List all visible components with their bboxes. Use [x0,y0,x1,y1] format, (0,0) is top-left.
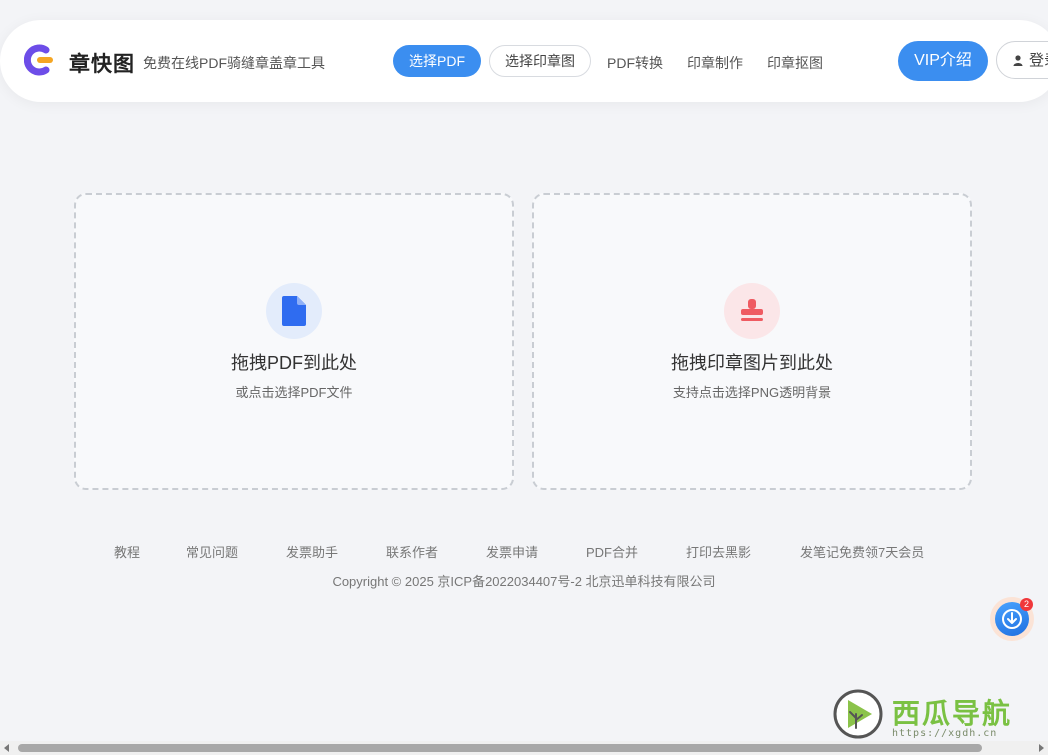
user-icon [1013,55,1023,66]
top-navbar: 章快图 免费在线PDF骑缝章盖章工具 选择PDF 选择印章图 PDF转换 印章制… [0,20,1048,102]
login-button[interactable]: 登录 [996,41,1048,79]
watermark-url: https://xgdh.cn [892,728,998,739]
stamp-drop-title: 拖拽印章图片到此处 [671,353,833,373]
file-icon [282,296,306,326]
stamp-drop-zone[interactable]: 拖拽印章图片到此处 支持点击选择PNG透明背景 [532,193,972,490]
stamp-icon [741,299,763,321]
pdf-drop-title: 拖拽PDF到此处 [231,353,357,373]
horizontal-scrollbar[interactable] [0,741,1048,755]
scroll-right-arrow-icon[interactable] [1039,744,1044,752]
notification-badge: 2 [1020,598,1033,611]
copyright: Copyright © 2025 京ICP备2022034407号-2 北京迅单… [332,574,716,589]
pdf-drop-zone[interactable]: 拖拽PDF到此处 或点击选择PDF文件 [74,193,514,490]
footer-links: 教程 常见问题 发票助手 联系作者 发票申请 PDF合并 打印去黑影 发笔记免费… [0,542,1048,562]
floating-download-button[interactable]: 2 [990,597,1034,641]
brand-name[interactable]: 章快图 [69,48,135,78]
login-label: 登录 [1029,52,1048,69]
brand-slogan: 免费在线PDF骑缝章盖章工具 [143,55,325,71]
scroll-left-arrow-icon[interactable] [4,744,9,752]
watermark: 西瓜导航 https://xgdh.cn [832,688,1042,740]
watermark-title: 西瓜导航 [892,698,1013,729]
select-stamp-button[interactable]: 选择印章图 [489,45,591,77]
pdf-drop-subtitle: 或点击选择PDF文件 [235,385,353,400]
file-icon-badge [266,283,322,339]
footer-link-invoice-helper[interactable]: 发票助手 [286,542,338,561]
footer-link-print-shadow[interactable]: 打印去黑影 [686,542,751,561]
nav-stamp-make[interactable]: 印章制作 [687,53,743,73]
footer-link-invoice-apply[interactable]: 发票申请 [486,542,538,561]
nav-pdf-convert[interactable]: PDF转换 [607,53,663,73]
scrollbar-thumb[interactable] [18,744,982,752]
stamp-icon-badge [724,283,780,339]
nav-stamp-cutout[interactable]: 印章抠图 [767,53,823,73]
footer-link-faq[interactable]: 常见问题 [186,542,238,561]
logo-icon[interactable] [24,44,56,76]
footer-link-free-vip[interactable]: 发笔记免费领7天会员 [800,542,924,561]
vip-button[interactable]: VIP介绍 [898,41,988,81]
stamp-drop-subtitle: 支持点击选择PNG透明背景 [672,385,832,400]
footer-link-contact[interactable]: 联系作者 [386,542,438,561]
watermark-logo-icon [833,689,883,739]
footer-link-tutorial[interactable]: 教程 [114,542,140,561]
select-pdf-button[interactable]: 选择PDF [393,45,481,77]
footer-link-pdf-merge[interactable]: PDF合并 [586,542,638,561]
